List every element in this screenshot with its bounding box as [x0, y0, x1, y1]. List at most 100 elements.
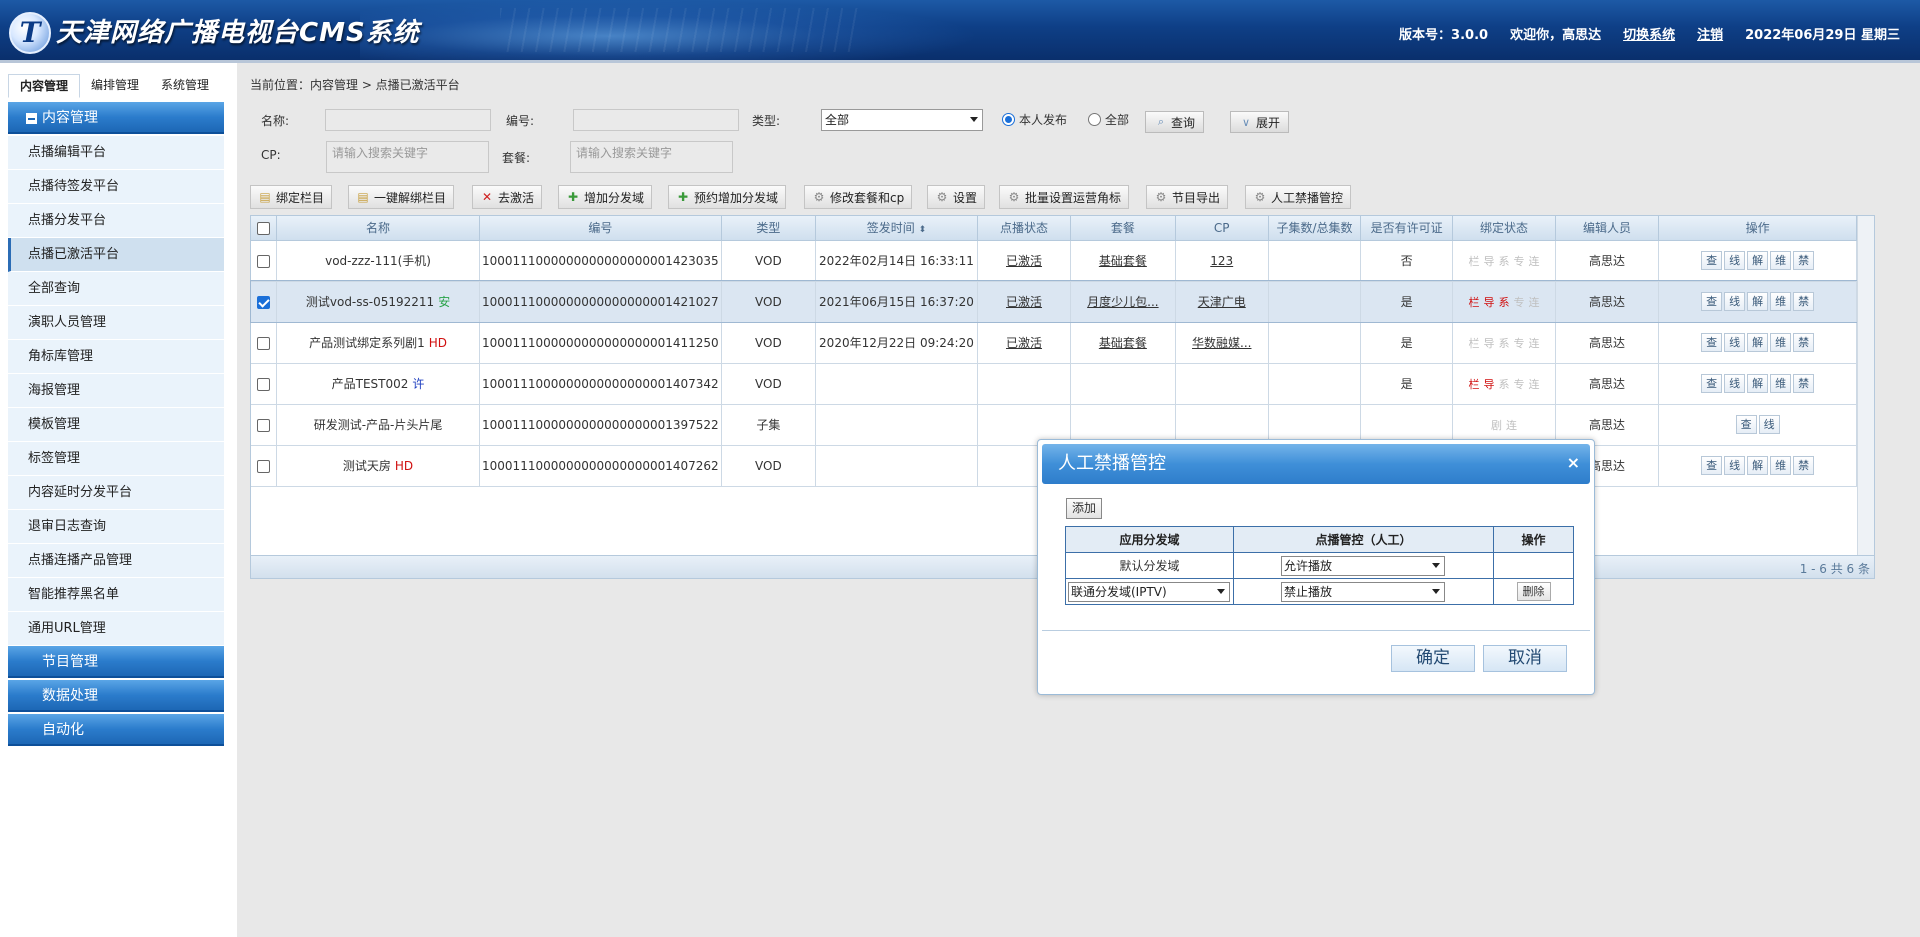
- menu-section-data[interactable]: 数据处理: [8, 680, 224, 712]
- add-domain-button[interactable]: ✚ 增加分发域: [558, 185, 653, 209]
- row-action-button[interactable]: 禁: [1793, 251, 1815, 270]
- row-action-button[interactable]: 查: [1701, 292, 1723, 311]
- sidebar-item[interactable]: 海报管理: [8, 374, 224, 408]
- row-checkbox-cell[interactable]: [251, 404, 278, 446]
- sidebar-item[interactable]: 演职人员管理: [8, 306, 224, 340]
- name-input[interactable]: [325, 109, 491, 131]
- control-select[interactable]: 禁止播放: [1281, 582, 1445, 602]
- row-checkbox-cell[interactable]: [251, 240, 278, 282]
- sidebar-item[interactable]: 点播分发平台: [8, 204, 224, 238]
- status-link[interactable]: 已激活: [1006, 295, 1042, 309]
- row-checkbox[interactable]: [257, 254, 271, 268]
- row-action-button[interactable]: 禁: [1793, 292, 1815, 311]
- row-action-button[interactable]: 解: [1747, 374, 1769, 393]
- row-checkbox[interactable]: [257, 459, 271, 473]
- radio-mine[interactable]: 本人发布: [1002, 111, 1067, 128]
- row-action-button[interactable]: 线: [1724, 292, 1746, 311]
- row-checkbox-cell[interactable]: [251, 363, 278, 405]
- row-action-button[interactable]: 查: [1701, 333, 1723, 352]
- table-row[interactable]: 测试vod-ss-05192211 安 1000111000000000000000…: [250, 280, 1858, 323]
- row-checkbox-cell[interactable]: [251, 445, 278, 487]
- row-action-button[interactable]: 线: [1758, 415, 1780, 434]
- package-link[interactable]: 月度少儿包...: [1087, 295, 1158, 309]
- grid-scrollbar[interactable]: [1857, 216, 1874, 556]
- sidebar-item[interactable]: 退审日志查询: [8, 510, 224, 544]
- row-checkbox[interactable]: [257, 377, 271, 391]
- menu-section-programs[interactable]: 节目管理: [8, 646, 224, 678]
- row-action-button[interactable]: 查: [1735, 415, 1757, 434]
- row-checkbox[interactable]: [257, 418, 271, 432]
- row-action-button[interactable]: 线: [1724, 333, 1746, 352]
- status-link[interactable]: 已激活: [1006, 336, 1042, 350]
- schedule-add-domain-button[interactable]: ✚ 预约增加分发域: [668, 185, 787, 209]
- row-action-button[interactable]: 查: [1701, 456, 1723, 475]
- sidebar-item[interactable]: 标签管理: [8, 442, 224, 476]
- tab-content-management[interactable]: 内容管理: [8, 74, 81, 98]
- delete-button[interactable]: 删除: [1516, 582, 1551, 601]
- expand-button[interactable]: ∨ 展开: [1230, 111, 1290, 133]
- cp-link[interactable]: 123: [1210, 254, 1233, 268]
- export-button[interactable]: ⚙ 节目导出: [1146, 185, 1229, 209]
- row-action-button[interactable]: 解: [1747, 292, 1769, 311]
- tab-system-management[interactable]: 系统管理: [150, 74, 221, 98]
- row-action-button[interactable]: 禁: [1793, 333, 1815, 352]
- menu-section-content[interactable]: 内容管理: [8, 102, 224, 134]
- cp-link[interactable]: 天津广电: [1198, 295, 1246, 309]
- batch-badge-button[interactable]: ⚙ 批量设置运营角标: [999, 185, 1130, 209]
- confirm-button[interactable]: 确定: [1391, 645, 1475, 672]
- manual-ban-button[interactable]: ⚙ 人工禁播管控: [1245, 185, 1352, 209]
- logout-link[interactable]: 注销: [1697, 24, 1723, 43]
- package-input[interactable]: 请输入搜索关键字: [570, 141, 733, 173]
- radio-mine-dot[interactable]: [1002, 113, 1015, 126]
- row-checkbox-cell[interactable]: [251, 322, 278, 364]
- tab-schedule-management[interactable]: 编排管理: [80, 74, 151, 98]
- edit-package-cp-button[interactable]: ⚙ 修改套餐和cp: [804, 185, 913, 209]
- menu-section-automation[interactable]: 自动化: [8, 714, 224, 746]
- sidebar-item[interactable]: 点播编辑平台: [8, 136, 224, 170]
- row-action-button[interactable]: 线: [1724, 251, 1746, 270]
- row-action-button[interactable]: 维: [1770, 292, 1792, 311]
- cp-input[interactable]: 请输入搜索关键字: [326, 141, 489, 173]
- table-row[interactable]: 产品测试绑定系列剧1 HD 1000111000000000000000001411…: [251, 322, 1857, 364]
- sidebar-item[interactable]: 通用URL管理: [8, 612, 224, 646]
- row-checkbox-cell[interactable]: [251, 281, 278, 323]
- code-input[interactable]: [573, 109, 739, 131]
- sidebar-item[interactable]: 全部查询: [8, 272, 224, 306]
- row-action-button[interactable]: 解: [1747, 333, 1769, 352]
- select-all-header[interactable]: [251, 216, 278, 241]
- radio-all[interactable]: 全部: [1088, 111, 1129, 128]
- sidebar-item[interactable]: 模板管理: [8, 408, 224, 442]
- package-link[interactable]: 基础套餐: [1099, 336, 1147, 350]
- row-action-button[interactable]: 维: [1770, 333, 1792, 352]
- status-link[interactable]: 已激活: [1006, 254, 1042, 268]
- table-row[interactable]: 产品TEST002 许 100011100000000000000000140734…: [251, 363, 1857, 405]
- settings-button[interactable]: ⚙ 设置: [927, 185, 986, 209]
- deactivate-button[interactable]: ✕ 去激活: [472, 185, 543, 209]
- sidebar-item[interactable]: 内容延时分发平台: [8, 476, 224, 510]
- row-action-button[interactable]: 维: [1770, 251, 1792, 270]
- cancel-button[interactable]: 取消: [1483, 645, 1567, 672]
- sidebar-item[interactable]: 角标库管理: [8, 340, 224, 374]
- cp-link[interactable]: 华数融媒...: [1192, 336, 1251, 350]
- row-action-button[interactable]: 线: [1724, 456, 1746, 475]
- row-action-button[interactable]: 维: [1770, 456, 1792, 475]
- row-action-button[interactable]: 解: [1747, 456, 1769, 475]
- row-action-button[interactable]: 维: [1770, 374, 1792, 393]
- sidebar-item[interactable]: 点播连播产品管理: [8, 544, 224, 578]
- row-action-button[interactable]: 查: [1701, 374, 1723, 393]
- row-checkbox[interactable]: [257, 295, 271, 309]
- row-action-button[interactable]: 禁: [1793, 374, 1815, 393]
- domain-select[interactable]: 联通分发域(IPTV): [1068, 582, 1230, 602]
- sidebar-item[interactable]: 点播待签发平台: [8, 170, 224, 204]
- table-row[interactable]: vod-zzz-111(手机) 1000111000000000000000001…: [251, 240, 1857, 282]
- bind-column-button[interactable]: ▤ 绑定栏目: [250, 185, 333, 209]
- sidebar-item[interactable]: 点播已激活平台: [8, 238, 224, 272]
- select-all-checkbox[interactable]: [257, 221, 271, 235]
- close-icon[interactable]: ×: [1567, 453, 1580, 473]
- row-checkbox[interactable]: [257, 336, 271, 350]
- type-select[interactable]: 全部: [821, 109, 983, 131]
- row-action-button[interactable]: 线: [1724, 374, 1746, 393]
- row-action-button[interactable]: 解: [1747, 251, 1769, 270]
- unbind-all-button[interactable]: ▤ 一键解绑栏目: [348, 185, 455, 209]
- add-button[interactable]: 添加: [1066, 498, 1103, 519]
